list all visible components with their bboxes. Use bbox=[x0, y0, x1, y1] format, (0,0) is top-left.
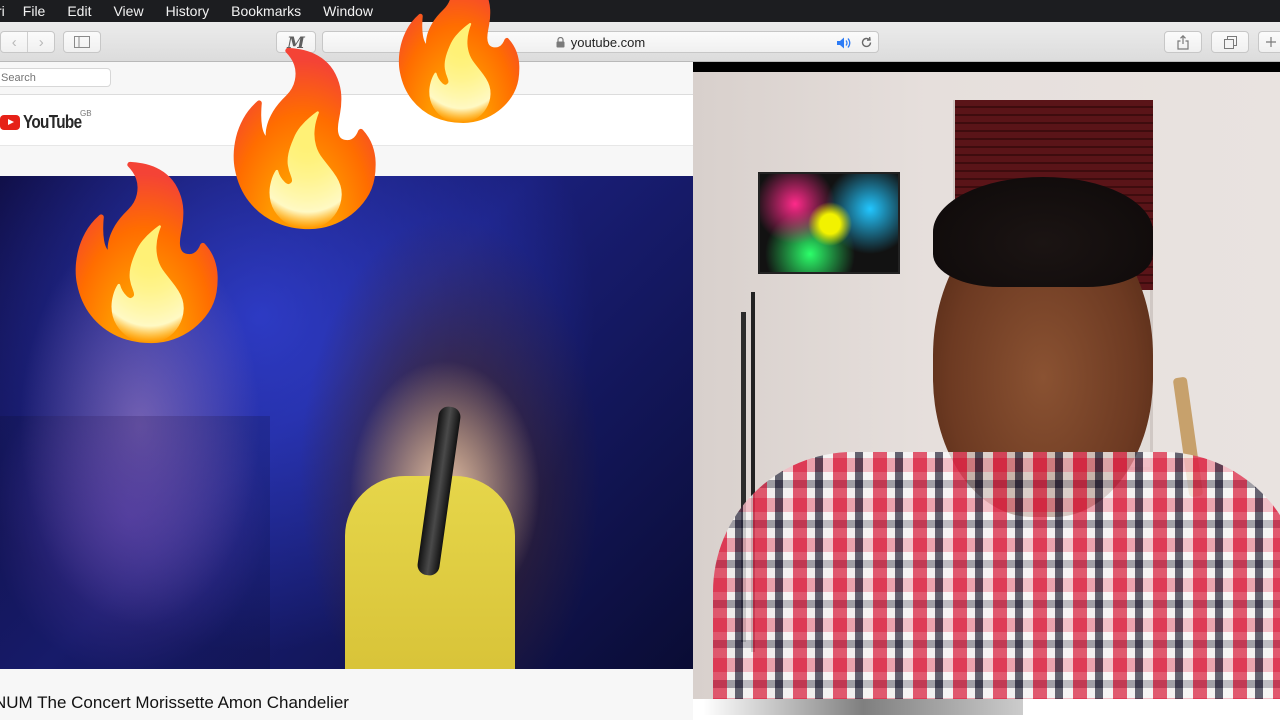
tabs-icon bbox=[1223, 35, 1237, 49]
bottom-shadow bbox=[703, 699, 1023, 715]
menu-view[interactable]: View bbox=[113, 0, 143, 22]
forward-icon[interactable]: › bbox=[27, 32, 54, 52]
speaker-icon[interactable] bbox=[836, 36, 852, 50]
youtube-play-icon bbox=[0, 115, 20, 130]
sidebar-toggle-button[interactable] bbox=[63, 31, 101, 53]
sidebar-search-input[interactable] bbox=[0, 68, 111, 87]
menu-app[interactable]: ri bbox=[0, 0, 5, 22]
menu-file[interactable]: File bbox=[23, 0, 46, 22]
plaid-shirt bbox=[713, 452, 1280, 699]
menu-edit[interactable]: Edit bbox=[67, 0, 91, 22]
reactor-hair bbox=[933, 177, 1153, 287]
new-tab-button[interactable] bbox=[1258, 31, 1280, 53]
youtube-logo[interactable]: YouTube GB bbox=[0, 109, 92, 133]
sidebar-icon bbox=[74, 36, 90, 48]
region-label: GB bbox=[80, 109, 92, 118]
back-icon[interactable]: ‹ bbox=[1, 32, 27, 52]
video-title[interactable]: NUM The Concert Morissette Amon Chandeli… bbox=[0, 693, 349, 713]
menu-bookmarks[interactable]: Bookmarks bbox=[231, 0, 301, 22]
youtube-logo-text: YouTube bbox=[23, 112, 82, 132]
fire-emoji-icon: 🔥 bbox=[44, 160, 250, 344]
reload-icon[interactable] bbox=[860, 36, 873, 49]
share-button[interactable] bbox=[1164, 31, 1202, 53]
lock-icon bbox=[556, 36, 565, 47]
tab-overview-button[interactable] bbox=[1211, 31, 1249, 53]
bottom-strip bbox=[693, 699, 1280, 720]
menu-bar: ri File Edit View History Bookmarks Wind… bbox=[0, 0, 1280, 22]
share-icon bbox=[1177, 34, 1189, 50]
browser-toolbar: ‹ › M youtube.com bbox=[0, 22, 1280, 62]
address-url: youtube.com bbox=[570, 34, 646, 50]
menu-window[interactable]: Window bbox=[323, 0, 373, 22]
webcam-feed bbox=[693, 72, 1280, 699]
menu-history[interactable]: History bbox=[166, 0, 210, 22]
plus-icon bbox=[1265, 37, 1276, 47]
wall-poster bbox=[758, 172, 900, 274]
nav-buttons: ‹ › bbox=[0, 31, 55, 53]
background-performer bbox=[0, 416, 270, 669]
